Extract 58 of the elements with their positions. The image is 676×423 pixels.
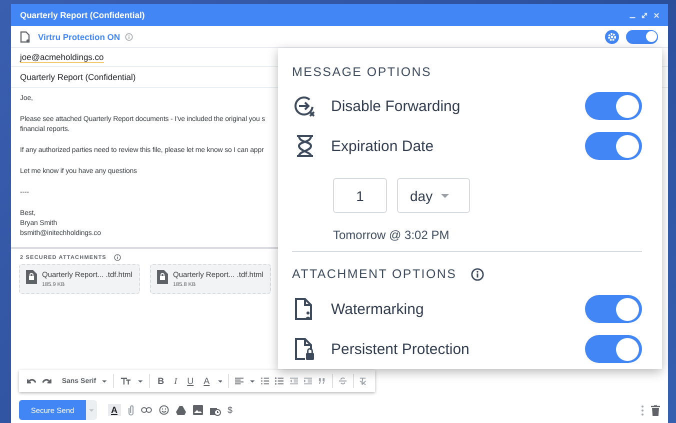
toggle-switch[interactable]	[585, 92, 642, 120]
option-label: Expiration Date	[331, 138, 435, 154]
quote-icon[interactable]	[318, 378, 326, 384]
info-icon[interactable]	[470, 268, 484, 280]
toggle-switch[interactable]	[585, 132, 642, 160]
document-icon	[20, 30, 30, 42]
close-icon[interactable]	[653, 12, 660, 18]
image-icon[interactable]	[192, 405, 202, 415]
expiration-summary: Tomorrow @ 3:02 PM	[333, 228, 450, 242]
document-lock-icon	[294, 338, 316, 360]
redo-icon[interactable]	[42, 377, 52, 385]
expand-icon[interactable]	[641, 12, 648, 18]
option-label: Disable Forwarding	[331, 98, 462, 114]
emoji-icon[interactable]	[158, 405, 168, 415]
formatting-options-button[interactable]: A	[108, 404, 120, 416]
protection-status: Virtru Protection ON	[38, 32, 120, 42]
hourglass-icon	[294, 134, 316, 158]
caret-icon	[89, 408, 94, 412]
subject-field[interactable]: Quarterly Report (Confidential)	[20, 72, 136, 82]
amount-field[interactable]: 1	[333, 178, 387, 213]
align-icon[interactable]	[235, 377, 244, 385]
indent-more-icon[interactable]	[304, 377, 312, 385]
locked-file-icon	[157, 270, 168, 284]
paperclip-icon[interactable]	[128, 404, 134, 416]
bulleted-list-icon[interactable]	[275, 377, 284, 385]
toggle-switch[interactable]	[585, 335, 642, 363]
caret-icon	[138, 380, 143, 382]
indent-less-icon[interactable]	[290, 377, 298, 385]
option-label: Persistent Protection	[331, 340, 470, 358]
toggle-switch[interactable]	[585, 295, 642, 323]
underline-button[interactable]: U	[185, 376, 196, 386]
settings-icon[interactable]	[605, 30, 619, 44]
link-icon[interactable]	[140, 407, 152, 413]
trash-icon[interactable]	[651, 404, 660, 416]
section-heading: MESSAGE OPTIONS	[292, 65, 433, 79]
numbered-list-icon[interactable]	[260, 377, 270, 385]
text-size-icon[interactable]	[120, 377, 132, 385]
locked-file-icon	[26, 270, 37, 284]
window-title: Quarterly Report (Confidential)	[20, 10, 146, 20]
money-button[interactable]: $	[228, 405, 233, 415]
caret-icon	[250, 380, 255, 382]
text-color-button[interactable]: A	[202, 376, 212, 386]
unit-dropdown[interactable]: day	[397, 178, 470, 213]
protection-toggle[interactable]	[626, 30, 658, 44]
italic-button[interactable]: I	[172, 376, 180, 386]
strikethrough-icon[interactable]	[338, 377, 346, 385]
info-icon[interactable]	[114, 254, 122, 261]
undo-icon[interactable]	[27, 377, 36, 385]
recipient-address[interactable]: joe@acmeholdings.co	[20, 52, 104, 62]
section-heading: ATTACHMENT OPTIONS	[292, 267, 457, 281]
clear-formatting-icon[interactable]	[359, 377, 367, 385]
more-options-icon[interactable]	[641, 404, 644, 416]
bold-button[interactable]: B	[156, 376, 166, 386]
caret-icon	[218, 380, 222, 382]
caret-icon	[440, 194, 449, 198]
caret-icon	[102, 380, 107, 382]
forward-blocked-icon	[294, 94, 316, 118]
option-label: Watermarking	[331, 300, 425, 318]
